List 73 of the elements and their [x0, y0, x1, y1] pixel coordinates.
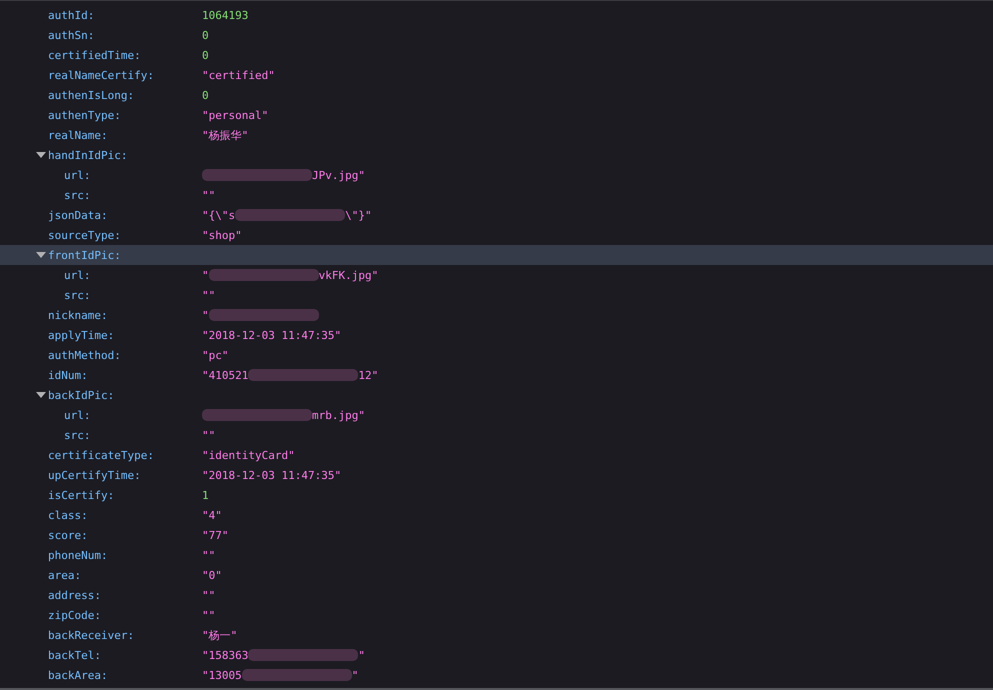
property-value: 1064193 [202, 8, 248, 22]
property-key: nickname: [48, 308, 108, 322]
property-value: 0 [202, 28, 209, 42]
property-value: " [352, 668, 358, 682]
property-value: " [358, 648, 365, 662]
property-value: "" [202, 188, 216, 202]
property-key: backReceiver: [48, 628, 134, 642]
property-key: authSn: [48, 28, 94, 42]
property-key: url: [64, 168, 90, 182]
property-value: "杨一" [202, 628, 238, 642]
property-key: score: [48, 528, 88, 542]
property-value: "personal" [202, 108, 268, 122]
property-key: authenType: [48, 108, 121, 122]
property-value: "identityCard" [202, 448, 295, 462]
property-value: "0" [202, 568, 222, 582]
property-value: "" [202, 548, 216, 562]
property-key: authenIsLong: [48, 88, 134, 102]
property-value: 0 [202, 48, 209, 62]
property-key: certifiedTime: [48, 48, 141, 62]
property-key: upCertifyTime: [48, 468, 141, 482]
property-value: "2018-12-03 11:47:35" [202, 328, 342, 342]
property-value: "13005 [202, 668, 242, 682]
property-key: area: [48, 568, 82, 582]
property-key: backTel: [48, 648, 101, 662]
property-key: phoneNum: [48, 548, 108, 562]
property-value: "410521 [202, 368, 248, 382]
property-key: url: [64, 268, 90, 282]
property-value: "4" [202, 508, 222, 522]
property-key: src: [64, 288, 90, 302]
property-key: handInIdPic: [48, 148, 128, 162]
property-value: "shop" [202, 228, 242, 242]
property-key: backIdPic: [48, 388, 114, 402]
caret-icon[interactable] [36, 391, 46, 399]
property-value: 12" [358, 368, 378, 382]
property-value: "77" [202, 528, 228, 542]
caret-icon[interactable] [36, 151, 46, 159]
property-key: sourceType: [48, 228, 121, 242]
property-key: certificateType: [48, 448, 154, 462]
property-key: zipCode: [48, 608, 101, 622]
property-value: "" [202, 428, 216, 442]
property-value: "" [202, 608, 216, 622]
property-value: \"}" [345, 208, 372, 222]
property-key: src: [64, 188, 90, 202]
property-value: mrb.jpg" [312, 408, 365, 422]
property-key: applyTime: [48, 328, 114, 342]
property-key: idNum: [48, 368, 88, 382]
property-value: vkFK.jpg" [318, 268, 378, 282]
property-value: "" [202, 288, 216, 302]
property-value: 0 [202, 88, 209, 102]
property-value: JPv.jpg" [312, 168, 365, 182]
property-key: realName: [48, 128, 108, 142]
property-value: " [202, 268, 209, 282]
property-value: "杨振华" [202, 128, 248, 142]
property-key: class: [48, 508, 88, 522]
property-key: address: [48, 588, 101, 602]
property-value: 1 [202, 488, 209, 502]
caret-icon[interactable] [36, 251, 46, 259]
property-key: authMethod: [48, 348, 121, 362]
property-value: "pc" [202, 348, 228, 362]
property-value: "" [202, 588, 216, 602]
property-key: url: [64, 408, 90, 422]
property-value: "158363 [202, 648, 248, 662]
property-value: " [202, 308, 209, 322]
property-key: frontIdPic: [48, 248, 121, 262]
property-value: "2018-12-03 11:47:35" [202, 468, 342, 482]
property-key: authId: [48, 8, 94, 22]
property-value: "certified" [202, 68, 275, 82]
property-key: jsonData: [48, 208, 108, 222]
property-value: "{\"s [202, 208, 236, 222]
property-key: backArea: [48, 668, 108, 682]
property-key: src: [64, 428, 90, 442]
property-key: isCertify: [48, 488, 114, 502]
property-key: realNameCertify: [48, 68, 154, 82]
